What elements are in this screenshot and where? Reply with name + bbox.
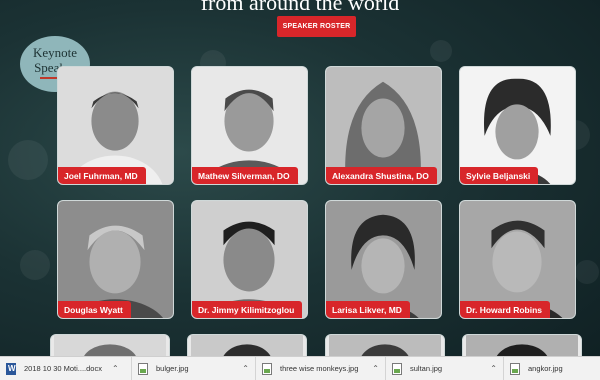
download-bar: 2018 10 30 Moti....docx ⌃ bulger.jpg ⌃ t… [0,356,600,380]
speaker-card[interactable]: Mathew Silverman, DO [191,66,308,185]
speaker-roster-button[interactable]: SPEAKER ROSTER [277,16,356,37]
logo-line1: Keynote [32,45,78,60]
speaker-card[interactable]: Douglas Wyatt [57,200,174,319]
word-file-icon [6,362,16,375]
speaker-card[interactable]: Sylvie Beljanski [459,66,576,185]
download-item[interactable]: angkor.jpg [504,357,600,380]
download-filename: sultan.jpg [410,364,443,373]
image-file-icon [138,362,148,375]
download-item[interactable]: 2018 10 30 Moti....docx ⌃ [0,357,132,380]
download-item[interactable]: sultan.jpg ⌃ [386,357,504,380]
image-file-icon [510,362,520,375]
speaker-name: Joel Fuhrman, MD [58,167,146,184]
chevron-up-icon[interactable]: ⌃ [490,364,497,373]
download-item[interactable]: three wise monkeys.jpg ⌃ [256,357,386,380]
speaker-card[interactable]: Alexandra Shustina, DO [325,66,442,185]
speaker-name: Alexandra Shustina, DO [326,167,437,184]
download-filename: 2018 10 30 Moti....docx [24,364,102,373]
speaker-card[interactable]: Dr. Jimmy Kilimitzoglou [191,200,308,319]
image-file-icon [392,362,402,375]
speaker-name: Mathew Silverman, DO [192,167,298,184]
speaker-name: Larisa Likver, MD [326,301,410,318]
bokeh-light [575,260,599,284]
page-title: from around the world [200,0,400,15]
speaker-card[interactable]: Larisa Likver, MD [325,200,442,319]
speaker-name: Dr. Howard Robins [460,301,551,318]
download-filename: bulger.jpg [156,364,189,373]
speaker-card[interactable]: Joel Fuhrman, MD [57,66,174,185]
speaker-card[interactable]: Dr. Howard Robins [459,200,576,319]
bokeh-light [8,140,48,180]
speaker-name: Dr. Jimmy Kilimitzoglou [192,301,303,318]
image-file-icon [262,362,272,375]
speaker-name: Sylvie Beljanski [460,167,539,184]
bokeh-light [430,40,452,62]
chevron-up-icon[interactable]: ⌃ [112,364,119,373]
chevron-up-icon[interactable]: ⌃ [242,364,249,373]
download-filename: angkor.jpg [528,364,563,373]
download-item[interactable]: bulger.jpg ⌃ [132,357,256,380]
download-filename: three wise monkeys.jpg [280,364,359,373]
chevron-up-icon[interactable]: ⌃ [372,364,379,373]
bokeh-light [20,250,50,280]
speaker-name: Douglas Wyatt [58,301,131,318]
